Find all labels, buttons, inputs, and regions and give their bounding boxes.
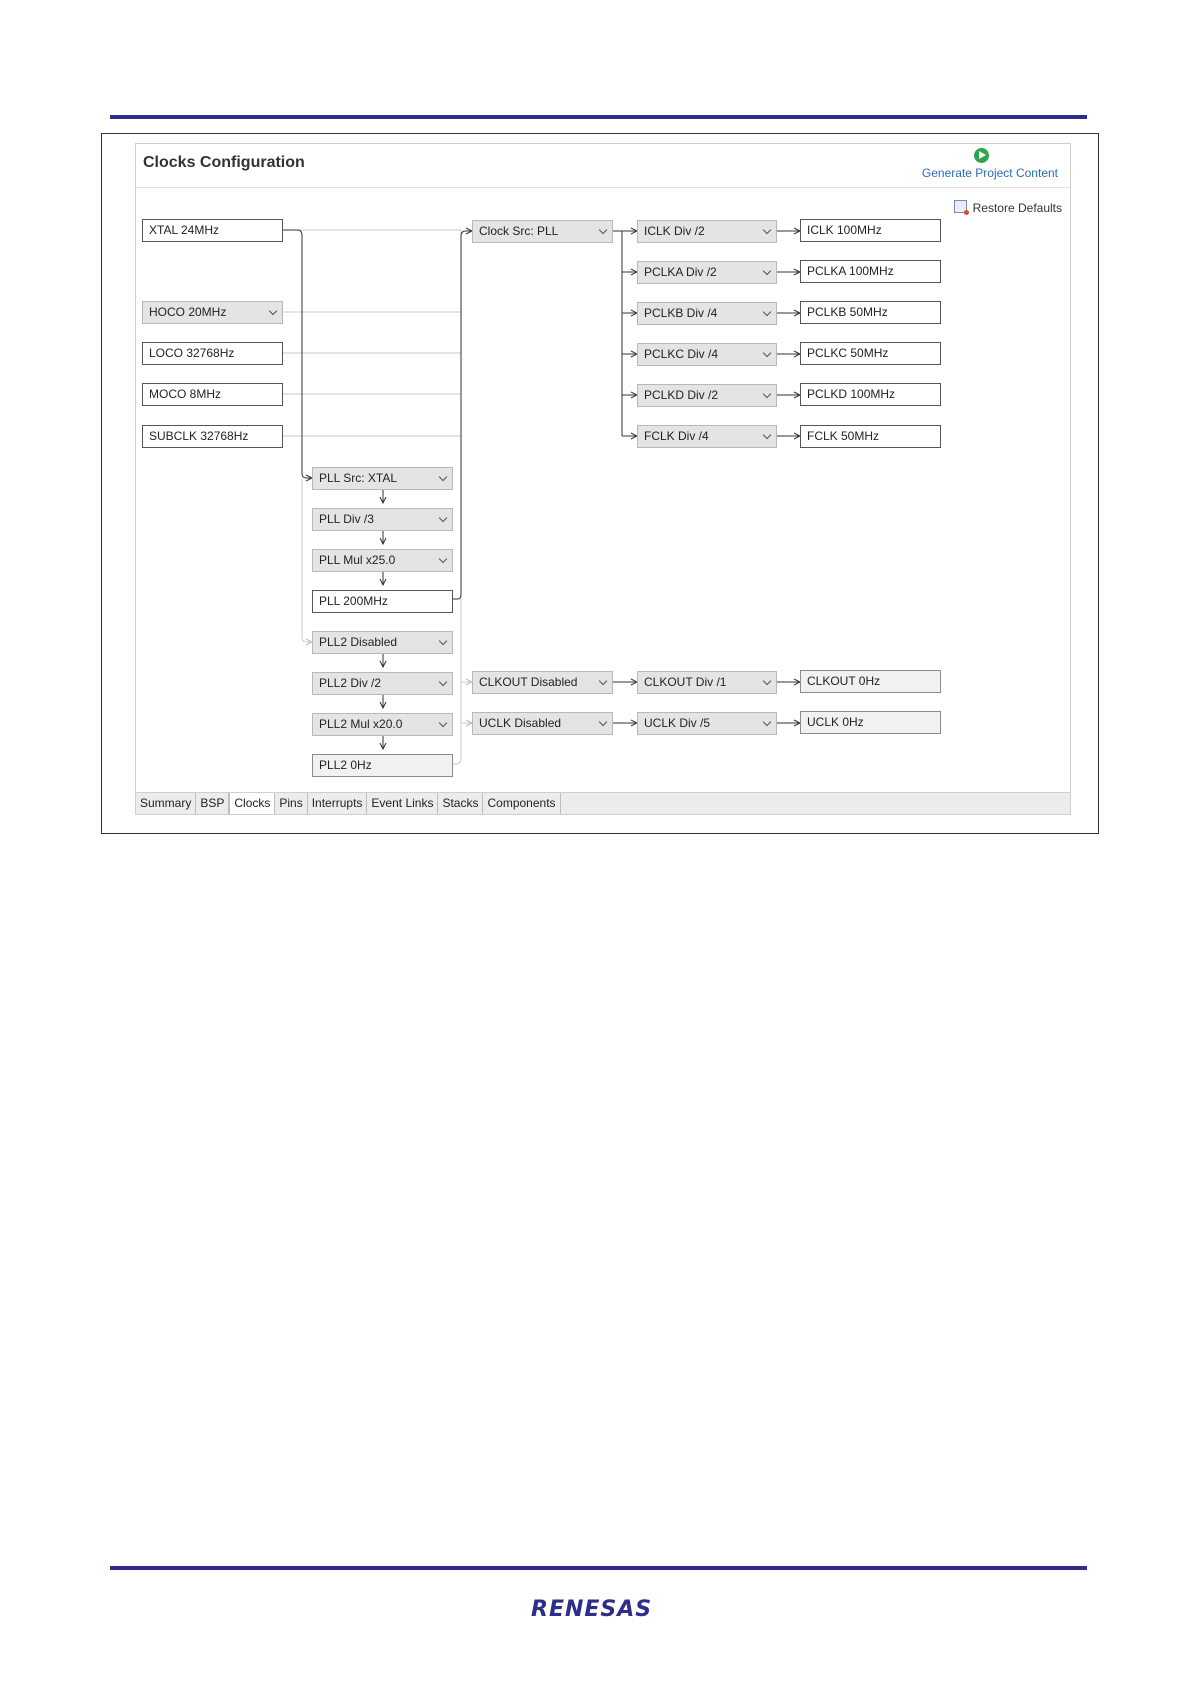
chevron-down-icon	[762, 225, 772, 235]
pclkc-div-label: PCLKC Div /4	[644, 347, 719, 361]
pll-mul-label: PLL Mul x25.0	[319, 553, 396, 567]
tab-stacks[interactable]: Stacks	[438, 793, 484, 814]
fclk-div-label: FCLK Div /4	[644, 429, 709, 443]
clkout-output-label: CLKOUT 0Hz	[807, 674, 881, 688]
pclkd-output-field: PCLKD 100MHz	[800, 383, 941, 406]
pclkd-div-select[interactable]: PCLKD Div /2	[637, 384, 777, 407]
hoco-select[interactable]: HOCO 20MHz	[142, 301, 283, 324]
pll-src-label: PLL Src: XTAL	[319, 471, 398, 485]
pll-div-select[interactable]: PLL Div /3	[312, 508, 453, 531]
configuration-tab-bar: Summary BSP Clocks Pins Interrupts Event…	[136, 792, 1070, 814]
pclkd-div-label: PCLKD Div /2	[644, 388, 719, 402]
pll-mul-select[interactable]: PLL Mul x25.0	[312, 549, 453, 572]
pll-output-label: PLL 200MHz	[319, 594, 388, 608]
uclk-div-select[interactable]: UCLK Div /5	[637, 712, 777, 735]
pclka-output-label: PCLKA 100MHz	[807, 264, 894, 278]
chevron-down-icon	[762, 348, 772, 358]
screenshot-frame: Clocks Configuration Generate Project Co…	[101, 133, 1099, 834]
chevron-down-icon	[762, 389, 772, 399]
clkout-div-select[interactable]: CLKOUT Div /1	[637, 671, 777, 694]
chevron-down-icon	[762, 676, 772, 686]
iclk-div-select[interactable]: ICLK Div /2	[637, 220, 777, 243]
uclk-src-label: UCLK Disabled	[479, 716, 562, 730]
pclkb-output-label: PCLKB 50MHz	[807, 305, 888, 319]
chevron-down-icon	[598, 225, 608, 235]
tab-pins[interactable]: Pins	[275, 793, 308, 814]
xtal-frequency-field[interactable]: XTAL 24MHz	[142, 219, 283, 242]
hoco-label: HOCO 20MHz	[149, 305, 227, 319]
clocks-configuration-panel: Clocks Configuration Generate Project Co…	[135, 143, 1071, 815]
pclka-output-field: PCLKA 100MHz	[800, 260, 941, 283]
pclka-div-select[interactable]: PCLKA Div /2	[637, 261, 777, 284]
tab-interrupts[interactable]: Interrupts	[308, 793, 368, 814]
fclk-div-select[interactable]: FCLK Div /4	[637, 425, 777, 448]
chevron-down-icon	[762, 430, 772, 440]
clock-src-select[interactable]: Clock Src: PLL	[472, 220, 613, 243]
chevron-down-icon	[762, 307, 772, 317]
chevron-down-icon	[762, 266, 772, 276]
fclk-output-label: FCLK 50MHz	[807, 429, 880, 443]
pll2-src-label: PLL2 Disabled	[319, 635, 398, 649]
pclkc-output-label: PCLKC 50MHz	[807, 346, 889, 360]
tab-clocks[interactable]: Clocks	[229, 793, 276, 814]
subclk-field: SUBCLK 32768Hz	[142, 425, 283, 448]
moco-label: MOCO 8MHz	[149, 387, 221, 401]
pll-div-label: PLL Div /3	[319, 512, 374, 526]
moco-field: MOCO 8MHz	[142, 383, 283, 406]
pll2-src-select[interactable]: PLL2 Disabled	[312, 631, 453, 654]
chevron-down-icon	[438, 636, 448, 646]
pll2-mul-select[interactable]: PLL2 Mul x20.0	[312, 713, 453, 736]
uclk-div-label: UCLK Div /5	[644, 716, 711, 730]
chevron-down-icon	[598, 676, 608, 686]
uclk-output-field: UCLK 0Hz	[800, 711, 941, 734]
fclk-output-field: FCLK 50MHz	[800, 425, 941, 448]
iclk-div-label: ICLK Div /2	[644, 224, 705, 238]
chevron-down-icon	[438, 554, 448, 564]
chevron-down-icon	[598, 717, 608, 727]
tab-components[interactable]: Components	[483, 793, 561, 814]
renesas-logo: RENESAS	[531, 1597, 653, 1622]
pll-output-field: PLL 200MHz	[312, 590, 453, 613]
pll2-output-label: PLL2 0Hz	[319, 758, 372, 772]
top-rule	[110, 115, 1087, 119]
pclkb-div-label: PCLKB Div /4	[644, 306, 718, 320]
pll2-div-label: PLL2 Div /2	[319, 676, 382, 690]
chevron-down-icon	[438, 677, 448, 687]
chevron-down-icon	[438, 513, 448, 523]
chevron-down-icon	[268, 306, 278, 316]
chevron-down-icon	[438, 472, 448, 482]
clock-src-label: Clock Src: PLL	[479, 224, 559, 238]
pclkc-output-field: PCLKC 50MHz	[800, 342, 941, 365]
clkout-src-select[interactable]: CLKOUT Disabled	[472, 671, 613, 694]
tab-event-links[interactable]: Event Links	[367, 793, 439, 814]
tab-summary[interactable]: Summary	[136, 793, 197, 814]
pll2-div-select[interactable]: PLL2 Div /2	[312, 672, 453, 695]
xtal-label: XTAL 24MHz	[149, 223, 220, 237]
uclk-src-select[interactable]: UCLK Disabled	[472, 712, 613, 735]
subclk-label: SUBCLK 32768Hz	[149, 429, 249, 443]
loco-label: LOCO 32768Hz	[149, 346, 235, 360]
pll-src-select[interactable]: PLL Src: XTAL	[312, 467, 453, 490]
chevron-down-icon	[438, 718, 448, 728]
loco-field: LOCO 32768Hz	[142, 342, 283, 365]
iclk-output-field: ICLK 100MHz	[800, 219, 941, 242]
pclkb-output-field: PCLKB 50MHz	[800, 301, 941, 324]
iclk-output-label: ICLK 100MHz	[807, 223, 882, 237]
chevron-down-icon	[762, 717, 772, 727]
pclka-div-label: PCLKA Div /2	[644, 265, 717, 279]
uclk-output-label: UCLK 0Hz	[807, 715, 864, 729]
tab-bsp[interactable]: BSP	[196, 793, 230, 814]
clkout-src-label: CLKOUT Disabled	[479, 675, 578, 689]
pclkc-div-select[interactable]: PCLKC Div /4	[637, 343, 777, 366]
pll2-mul-label: PLL2 Mul x20.0	[319, 717, 403, 731]
pclkd-output-label: PCLKD 100MHz	[807, 387, 896, 401]
clkout-div-label: CLKOUT Div /1	[644, 675, 727, 689]
pclkb-div-select[interactable]: PCLKB Div /4	[637, 302, 777, 325]
clkout-output-field: CLKOUT 0Hz	[800, 670, 941, 693]
bottom-rule	[110, 1566, 1087, 1570]
pll2-output-field: PLL2 0Hz	[312, 754, 453, 777]
